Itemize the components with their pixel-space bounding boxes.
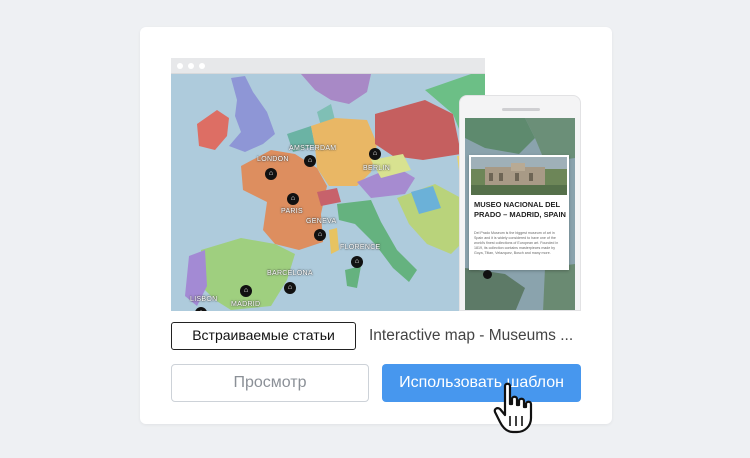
popup-title: MUSEO NACIONAL DEL PRADO – MADRID, SPAIN — [474, 200, 566, 219]
city-label-barcelona: BARCELONA — [267, 270, 313, 277]
window-dot-icon — [188, 63, 194, 69]
template-title: Interactive map - Museums ... — [369, 327, 574, 344]
museum-icon[interactable]: ⌂ — [287, 193, 299, 205]
hand-pointer-icon — [493, 382, 533, 434]
phone-screen: MUSEO NACIONAL DEL PRADO – MADRID, SPAIN… — [465, 118, 575, 310]
europe-map — [171, 74, 485, 311]
city-label-paris: PARIS — [281, 208, 303, 215]
museum-icon[interactable]: ⌂ — [265, 168, 277, 180]
museum-icon[interactable] — [483, 270, 492, 279]
popup-description: Del Prado Museum is the biggest museum o… — [474, 231, 559, 255]
city-label-florence: FLORENCE — [340, 244, 381, 251]
museum-icon[interactable]: ⌂ — [369, 148, 381, 160]
template-card[interactable]: AMSTERDAM LONDON BERLIN PARIS GENEVA FLO… — [140, 27, 612, 424]
museum-icon[interactable]: ⌂ — [314, 229, 326, 241]
window-dot-icon — [177, 63, 183, 69]
museum-icon[interactable]: ⌂ — [240, 285, 252, 297]
city-label-geneva: GENEVA — [306, 218, 337, 225]
window-dot-icon — [199, 63, 205, 69]
category-tag[interactable]: Встраиваемые статьи — [171, 322, 356, 350]
browser-toolbar — [171, 58, 485, 74]
browser-preview: AMSTERDAM LONDON BERLIN PARIS GENEVA FLO… — [171, 58, 485, 311]
city-label-london: LONDON — [257, 156, 289, 163]
museum-popup[interactable]: MUSEO NACIONAL DEL PRADO – MADRID, SPAIN… — [469, 155, 569, 270]
city-label-berlin: BERLIN — [363, 165, 391, 172]
museum-icon[interactable]: ⌂ — [304, 155, 316, 167]
museum-photo — [471, 157, 567, 195]
preview-button[interactable]: Просмотр — [171, 364, 369, 402]
use-template-button[interactable]: Использовать шаблон — [382, 364, 581, 402]
phone-speaker — [502, 108, 540, 111]
city-label-amsterdam: AMSTERDAM — [289, 145, 337, 152]
city-label-madrid: MADRID — [231, 301, 261, 308]
museum-icon[interactable]: ⌂ — [351, 256, 363, 268]
city-label-lisbon: LISBON — [190, 296, 218, 303]
phone-preview: MUSEO NACIONAL DEL PRADO – MADRID, SPAIN… — [459, 95, 581, 311]
museum-icon[interactable]: ⌂ — [284, 282, 296, 294]
